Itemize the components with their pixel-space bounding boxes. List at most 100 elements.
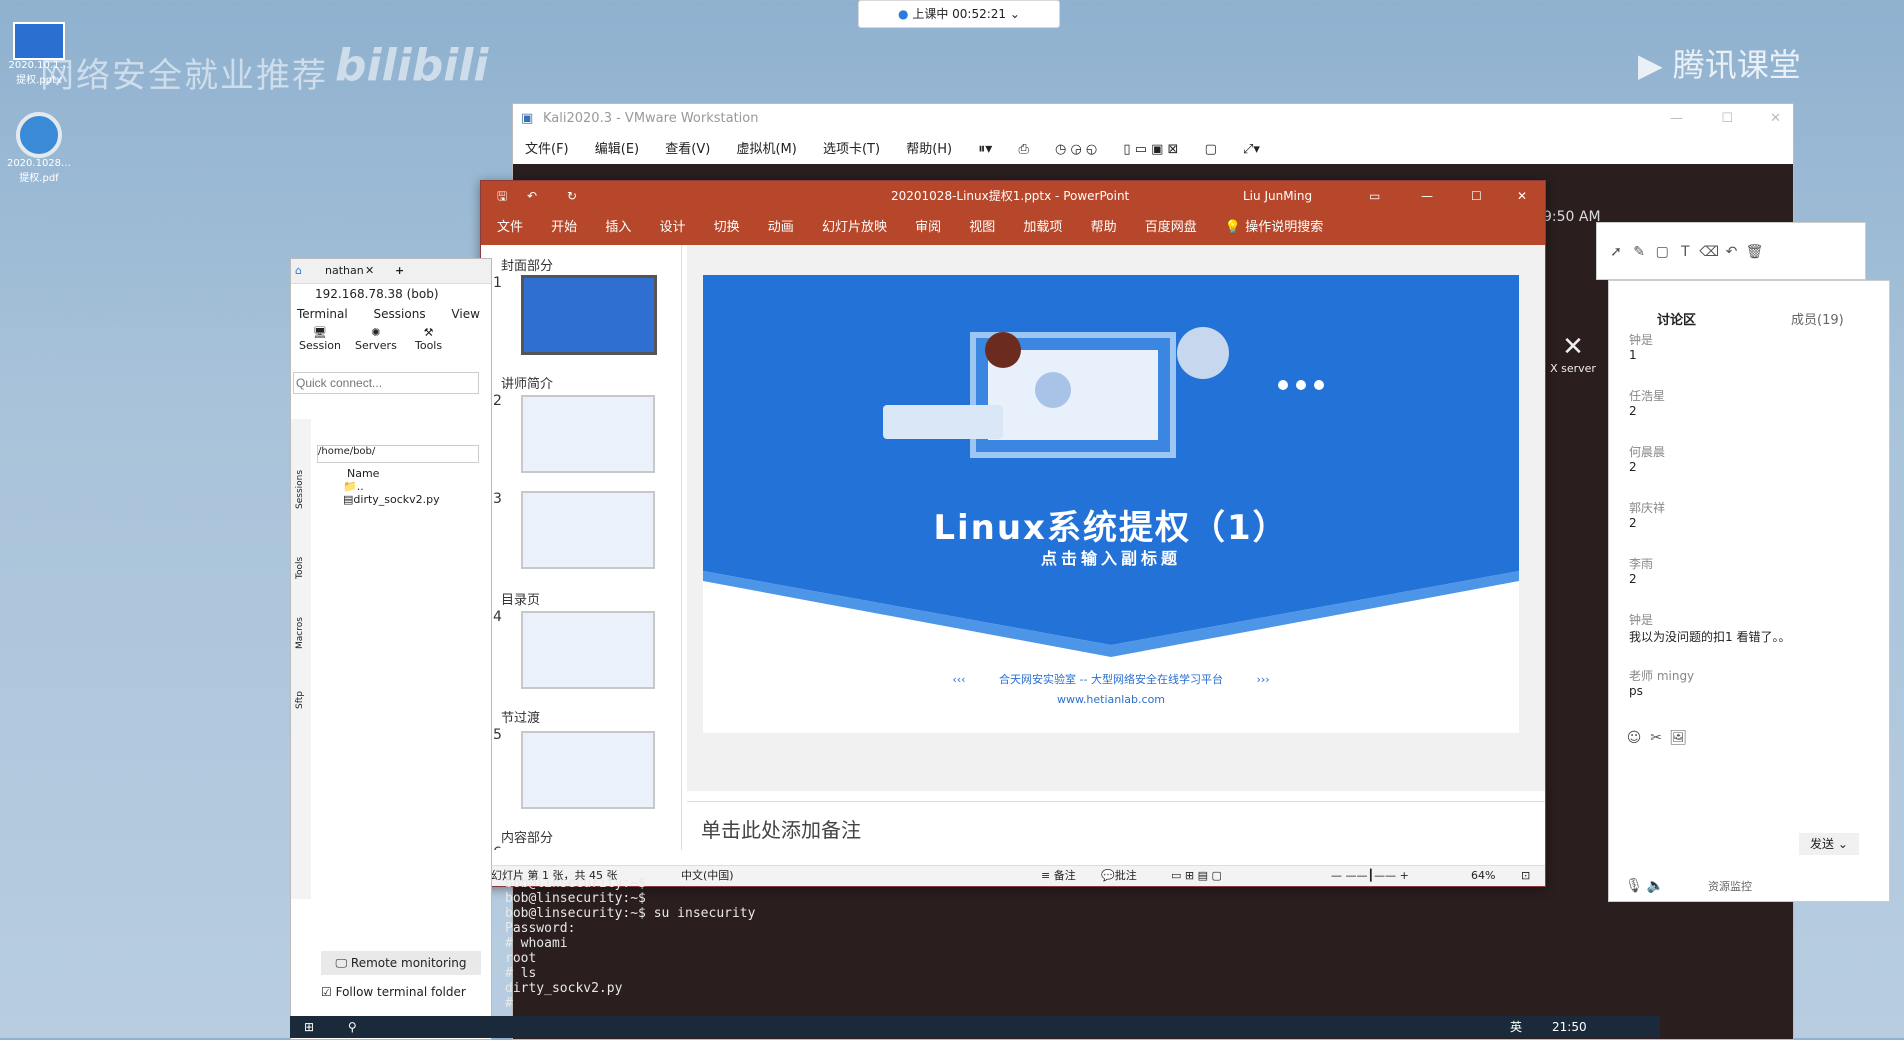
side-tab-sessions[interactable]: Sessions bbox=[295, 459, 305, 509]
tab-animations[interactable]: 动画 bbox=[768, 211, 794, 245]
tab-nathan[interactable]: nathan bbox=[325, 259, 364, 283]
minimize-icon[interactable]: — bbox=[1421, 181, 1433, 211]
tab-addins[interactable]: 加载项 bbox=[1023, 211, 1062, 245]
eraser-icon[interactable]: ⌫ bbox=[1699, 243, 1719, 261]
file-parent[interactable]: 📁.. bbox=[317, 480, 440, 493]
members-tab[interactable]: 成员(19) bbox=[1791, 309, 1844, 328]
discuss-tab[interactable]: 讨论区 bbox=[1657, 309, 1696, 328]
section-cover[interactable]: 封面部分 bbox=[501, 255, 553, 274]
redo-icon[interactable]: ↻ bbox=[567, 181, 577, 211]
console-icon[interactable]: ▢ bbox=[1205, 142, 1217, 157]
zoom-level[interactable]: 64% bbox=[1471, 866, 1495, 886]
menu-help[interactable]: 帮助(H) bbox=[906, 142, 952, 157]
text-icon[interactable]: T bbox=[1676, 243, 1694, 261]
desktop-icon-pptx[interactable]: 2020.10.1… 提权.pptx bbox=[4, 22, 74, 86]
remote-monitoring-button[interactable]: 🖵 Remote monitoring bbox=[321, 951, 481, 975]
tab-home[interactable]: 开始 bbox=[551, 211, 577, 245]
menu-file[interactable]: 文件(F) bbox=[525, 142, 569, 157]
section-toc[interactable]: 目录页 bbox=[501, 589, 540, 608]
tab-design[interactable]: 设计 bbox=[659, 211, 685, 245]
slide-thumbnail-4[interactable] bbox=[521, 611, 655, 689]
send-keys-icon[interactable]: ⎙ bbox=[1018, 142, 1028, 157]
tab-file[interactable]: 文件 bbox=[497, 211, 523, 245]
menu-edit[interactable]: 编辑(E) bbox=[595, 142, 639, 157]
mic-icon[interactable]: 🎙 bbox=[1625, 877, 1643, 895]
speaker-icon[interactable]: 🔈 bbox=[1647, 877, 1665, 895]
maximize-icon[interactable]: ☐ bbox=[1471, 181, 1482, 211]
slide-thumbnail-1[interactable] bbox=[521, 275, 657, 355]
fit-slide-icon[interactable]: ⊡ bbox=[1521, 866, 1530, 886]
tab-transitions[interactable]: 切换 bbox=[714, 211, 740, 245]
search-icon[interactable]: ⚲ bbox=[348, 1020, 357, 1034]
ime-indicator[interactable]: 英 bbox=[1510, 1016, 1522, 1038]
comments-toggle[interactable]: 💬批注 bbox=[1101, 866, 1137, 886]
quick-connect-input[interactable] bbox=[293, 372, 479, 394]
save-icon[interactable]: 🖫 bbox=[497, 181, 507, 211]
tab-view[interactable]: 视图 bbox=[969, 211, 995, 245]
undo-icon[interactable]: ↶ bbox=[1722, 243, 1740, 261]
menu-vm[interactable]: 虚拟机(M) bbox=[736, 142, 796, 157]
close-icon[interactable]: ✕ bbox=[1517, 181, 1527, 211]
emoji-icon[interactable]: ☺ bbox=[1625, 729, 1643, 747]
session-button[interactable]: 🖥 Session bbox=[299, 326, 341, 352]
send-button[interactable]: 发送 ⌄ bbox=[1799, 833, 1859, 855]
ribbon-display-icon[interactable]: ▭ bbox=[1369, 181, 1380, 211]
undo-icon[interactable]: ↶ bbox=[527, 181, 537, 211]
fullscreen-icon[interactable]: ⤢▾ bbox=[1243, 142, 1260, 157]
slide-thumbnail-3[interactable] bbox=[521, 491, 655, 569]
menu-tabs[interactable]: 选项卡(T) bbox=[823, 142, 880, 157]
view-icons[interactable]: ▯ ▭ ▣ ⊠ bbox=[1123, 142, 1178, 157]
view-buttons[interactable]: ▭ ⊞ ▤ ▢ bbox=[1171, 866, 1222, 886]
side-tab-sftp[interactable]: Sftp bbox=[295, 659, 305, 709]
col-name[interactable]: Name bbox=[317, 467, 440, 480]
pen-icon[interactable]: ✎ bbox=[1630, 243, 1648, 261]
new-tab-icon[interactable]: + bbox=[395, 259, 404, 283]
close-tab-icon[interactable]: ✕ bbox=[365, 259, 374, 283]
chat-text: 2 bbox=[1629, 516, 1637, 530]
minimize-icon[interactable]: — bbox=[1670, 104, 1683, 134]
menu-sessions[interactable]: Sessions bbox=[374, 307, 426, 321]
rectangle-icon[interactable]: ▢ bbox=[1653, 243, 1671, 261]
xserver-button[interactable]: ✕ X server bbox=[1548, 332, 1598, 375]
snapshot-icon[interactable]: ◷ ◶ ◵ bbox=[1055, 142, 1097, 157]
menu-view[interactable]: View bbox=[451, 307, 479, 321]
tab-slideshow[interactable]: 幻灯片放映 bbox=[822, 211, 887, 245]
pause-icon[interactable]: ⏸▾ bbox=[978, 141, 992, 157]
tab-tell-me[interactable]: 💡 操作说明搜索 bbox=[1225, 211, 1323, 245]
tab-insert[interactable]: 插入 bbox=[605, 211, 631, 245]
tab-review[interactable]: 审阅 bbox=[915, 211, 941, 245]
maximize-icon[interactable]: ☐ bbox=[1721, 104, 1733, 134]
section-lecturer[interactable]: 讲师简介 bbox=[501, 373, 553, 392]
class-status-bar[interactable]: ● 上课中 00:52:21 ⌄ bbox=[858, 0, 1060, 28]
slide-thumbnail-2[interactable] bbox=[521, 395, 655, 473]
scissors-icon[interactable]: ✂ bbox=[1647, 729, 1665, 747]
taskbar-clock: 21:50 bbox=[1552, 1020, 1587, 1034]
pointer-icon[interactable]: ➚ bbox=[1607, 243, 1625, 261]
tab-help[interactable]: 帮助 bbox=[1091, 211, 1117, 245]
slide[interactable]: Linux系统提权（1） 点击输入副标题 ‹‹‹ 合天网安实验室 -- 大型网络… bbox=[703, 275, 1519, 733]
tab-baidu[interactable]: 百度网盘 bbox=[1145, 211, 1197, 245]
menu-view[interactable]: 查看(V) bbox=[665, 142, 710, 157]
windows-start-icon[interactable]: ⊞ bbox=[304, 1020, 314, 1034]
sftp-path[interactable]: /home/bob/ bbox=[317, 445, 479, 463]
follow-terminal-checkbox[interactable]: ☑ Follow terminal folder bbox=[321, 985, 466, 999]
side-tab-tools[interactable]: Tools bbox=[295, 529, 305, 579]
side-tab-macros[interactable]: Macros bbox=[295, 599, 305, 649]
tools-button[interactable]: ⚒ Tools bbox=[415, 326, 442, 352]
notes-toggle[interactable]: ≡ 备注 bbox=[1041, 866, 1076, 886]
file-dirty-sock[interactable]: ▤dirty_sockv2.py bbox=[317, 493, 440, 506]
image-icon[interactable]: 🖼 bbox=[1669, 729, 1687, 747]
moba-home-icon[interactable]: ⌂ bbox=[295, 259, 302, 283]
slide-thumbnail-5[interactable] bbox=[521, 731, 655, 809]
servers-button[interactable]: ✺ Servers bbox=[355, 326, 397, 352]
terminal-output[interactable]: bob@linsecurity:~$ bob@linsecurity:~$ bo… bbox=[505, 876, 755, 1011]
resource-monitor[interactable]: 资源监控 bbox=[1708, 880, 1752, 893]
notes-pane[interactable]: 单击此处添加备注 bbox=[687, 801, 1545, 850]
desktop-icon-pdf[interactable]: 2020.1028… 提权.pdf bbox=[4, 112, 74, 184]
menu-terminal[interactable]: Terminal bbox=[297, 307, 348, 321]
trash-icon[interactable]: 🗑 bbox=[1746, 243, 1764, 261]
section-content[interactable]: 内容部分 bbox=[501, 827, 553, 846]
section-transition[interactable]: 节过渡 bbox=[501, 707, 540, 726]
zoom-slider[interactable]: — ——┃—— + bbox=[1331, 866, 1409, 886]
close-icon[interactable]: ✕ bbox=[1770, 104, 1781, 134]
